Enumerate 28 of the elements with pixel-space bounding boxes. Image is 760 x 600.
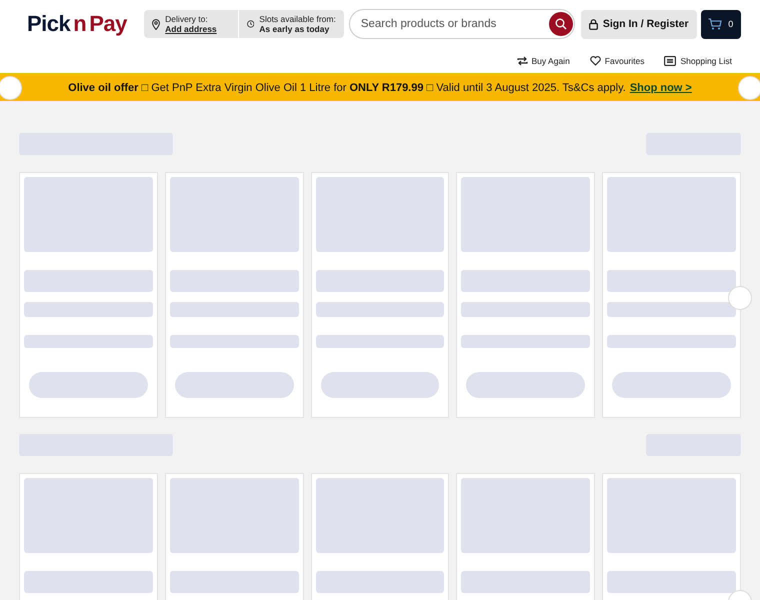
search-button[interactable]	[548, 12, 573, 36]
search-icon	[554, 18, 567, 30]
slots-info[interactable]: Slots available from: As early as today	[238, 10, 344, 38]
repeat-icon	[516, 56, 528, 66]
slots-label: Slots available from:	[259, 14, 336, 24]
quick-link[interactable]: Favourites	[590, 56, 644, 66]
cart-icon	[708, 18, 722, 30]
cart-button[interactable]: 0	[700, 10, 742, 38]
location-pin-icon	[152, 18, 160, 30]
promo-text: Olive oil offer □ Get PnP Extra Virgin Olive Oil 1 Litre for ONLY R179.99 □ Valid until 3 August 2025. Ts&Cs apply.	[68, 82, 626, 94]
carousel-next-button[interactable]	[728, 286, 752, 310]
list-icon	[664, 56, 676, 66]
lock-icon	[588, 18, 598, 30]
clock-icon	[246, 19, 254, 29]
add-address-link[interactable]: Add address	[165, 24, 217, 34]
sign-in-button[interactable]: Sign In / Register	[580, 10, 697, 38]
carousel-prev-button[interactable]	[0, 76, 22, 100]
carousel-next-button[interactable]	[738, 76, 760, 100]
quick-link[interactable]: Buy Again	[516, 56, 570, 66]
heart-icon	[590, 56, 601, 66]
search-input[interactable]: Search products or brands	[358, 17, 549, 31]
delivery-label: Delivery to:	[165, 14, 209, 24]
shop-now-link[interactable]: Shop now >	[630, 82, 692, 94]
logo[interactable]: Pickn Pay	[27, 11, 132, 37]
delivery-selector[interactable]: Delivery to: Add address	[144, 10, 238, 38]
slots-value: As early as today	[259, 24, 330, 34]
search-bar[interactable]: Search products or brands	[348, 9, 575, 39]
quick-link[interactable]: Shopping List	[664, 56, 732, 66]
